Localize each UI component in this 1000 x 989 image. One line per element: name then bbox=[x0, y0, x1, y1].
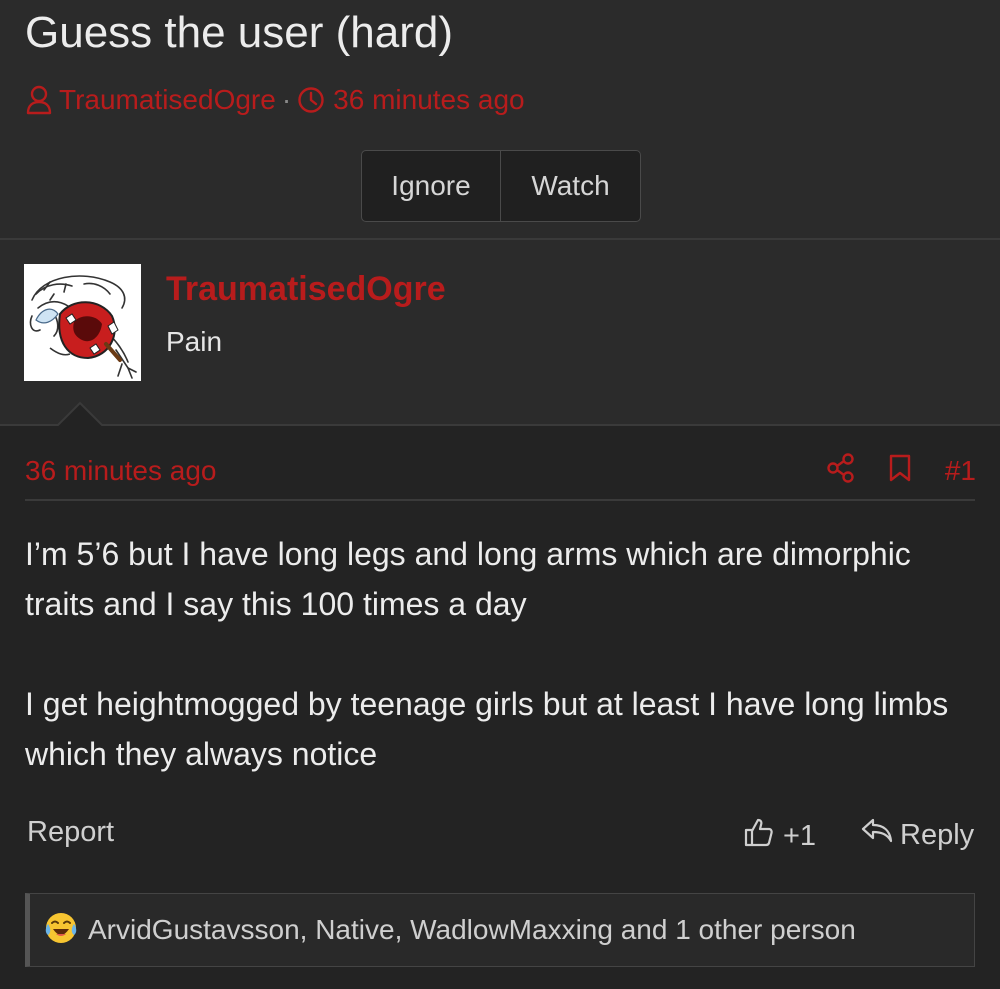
post-paragraph: I’m 5’6 but I have long legs and long ar… bbox=[25, 536, 911, 622]
post-body: I’m 5’6 but I have long legs and long ar… bbox=[25, 529, 980, 779]
thread-meta: TraumatisedOgre · 36 minutes ago bbox=[25, 84, 525, 116]
thread-page: Guess the user (hard) TraumatisedOgre · … bbox=[0, 0, 1000, 989]
like-count: +1 bbox=[783, 819, 817, 852]
avatar[interactable] bbox=[24, 264, 141, 381]
clock-icon bbox=[297, 86, 325, 114]
post-paragraph: I get heightmogged by teenage girls but … bbox=[25, 686, 949, 772]
post-number[interactable]: #1 bbox=[945, 455, 976, 487]
like-button[interactable]: +1 bbox=[743, 816, 816, 856]
thumbs-up-icon bbox=[743, 816, 783, 856]
bookmark-icon[interactable] bbox=[889, 454, 911, 487]
user-title: Pain bbox=[166, 326, 223, 357]
user-icon bbox=[25, 85, 53, 115]
thread-title: Guess the user (hard) bbox=[25, 8, 453, 57]
thread-action-buttons: Ignore Watch bbox=[361, 150, 641, 222]
thread-author-link[interactable]: TraumatisedOgre bbox=[59, 84, 276, 116]
laughing-crying-emoji-icon bbox=[44, 911, 78, 950]
reply-label: Reply bbox=[900, 818, 975, 851]
post: 36 minutes ago #1 I’m 5’6 but I have lon… bbox=[0, 425, 1000, 989]
post-pointer-arrow bbox=[0, 401, 1000, 430]
ignore-button[interactable]: Ignore bbox=[362, 151, 501, 221]
reactions-bar[interactable]: ArvidGustavsson, Native, WadlowMaxxing a… bbox=[25, 893, 975, 967]
post-user-block: TraumatisedOgre Pain bbox=[0, 240, 1000, 424]
thread-header: Guess the user (hard) TraumatisedOgre · … bbox=[0, 0, 1000, 238]
watch-button[interactable]: Watch bbox=[501, 151, 640, 221]
thread-time[interactable]: 36 minutes ago bbox=[333, 84, 524, 116]
reply-icon bbox=[860, 816, 900, 854]
reactions-text: ArvidGustavsson, Native, WadlowMaxxing a… bbox=[88, 914, 856, 945]
meta-separator: · bbox=[281, 84, 292, 115]
share-icon[interactable] bbox=[827, 453, 855, 488]
post-username[interactable]: TraumatisedOgre bbox=[166, 270, 446, 309]
report-link[interactable]: Report bbox=[27, 816, 114, 849]
reply-button[interactable]: Reply bbox=[860, 816, 974, 854]
post-time[interactable]: 36 minutes ago bbox=[25, 455, 216, 487]
post-actions: #1 bbox=[827, 453, 976, 488]
post-header-divider bbox=[25, 499, 975, 501]
